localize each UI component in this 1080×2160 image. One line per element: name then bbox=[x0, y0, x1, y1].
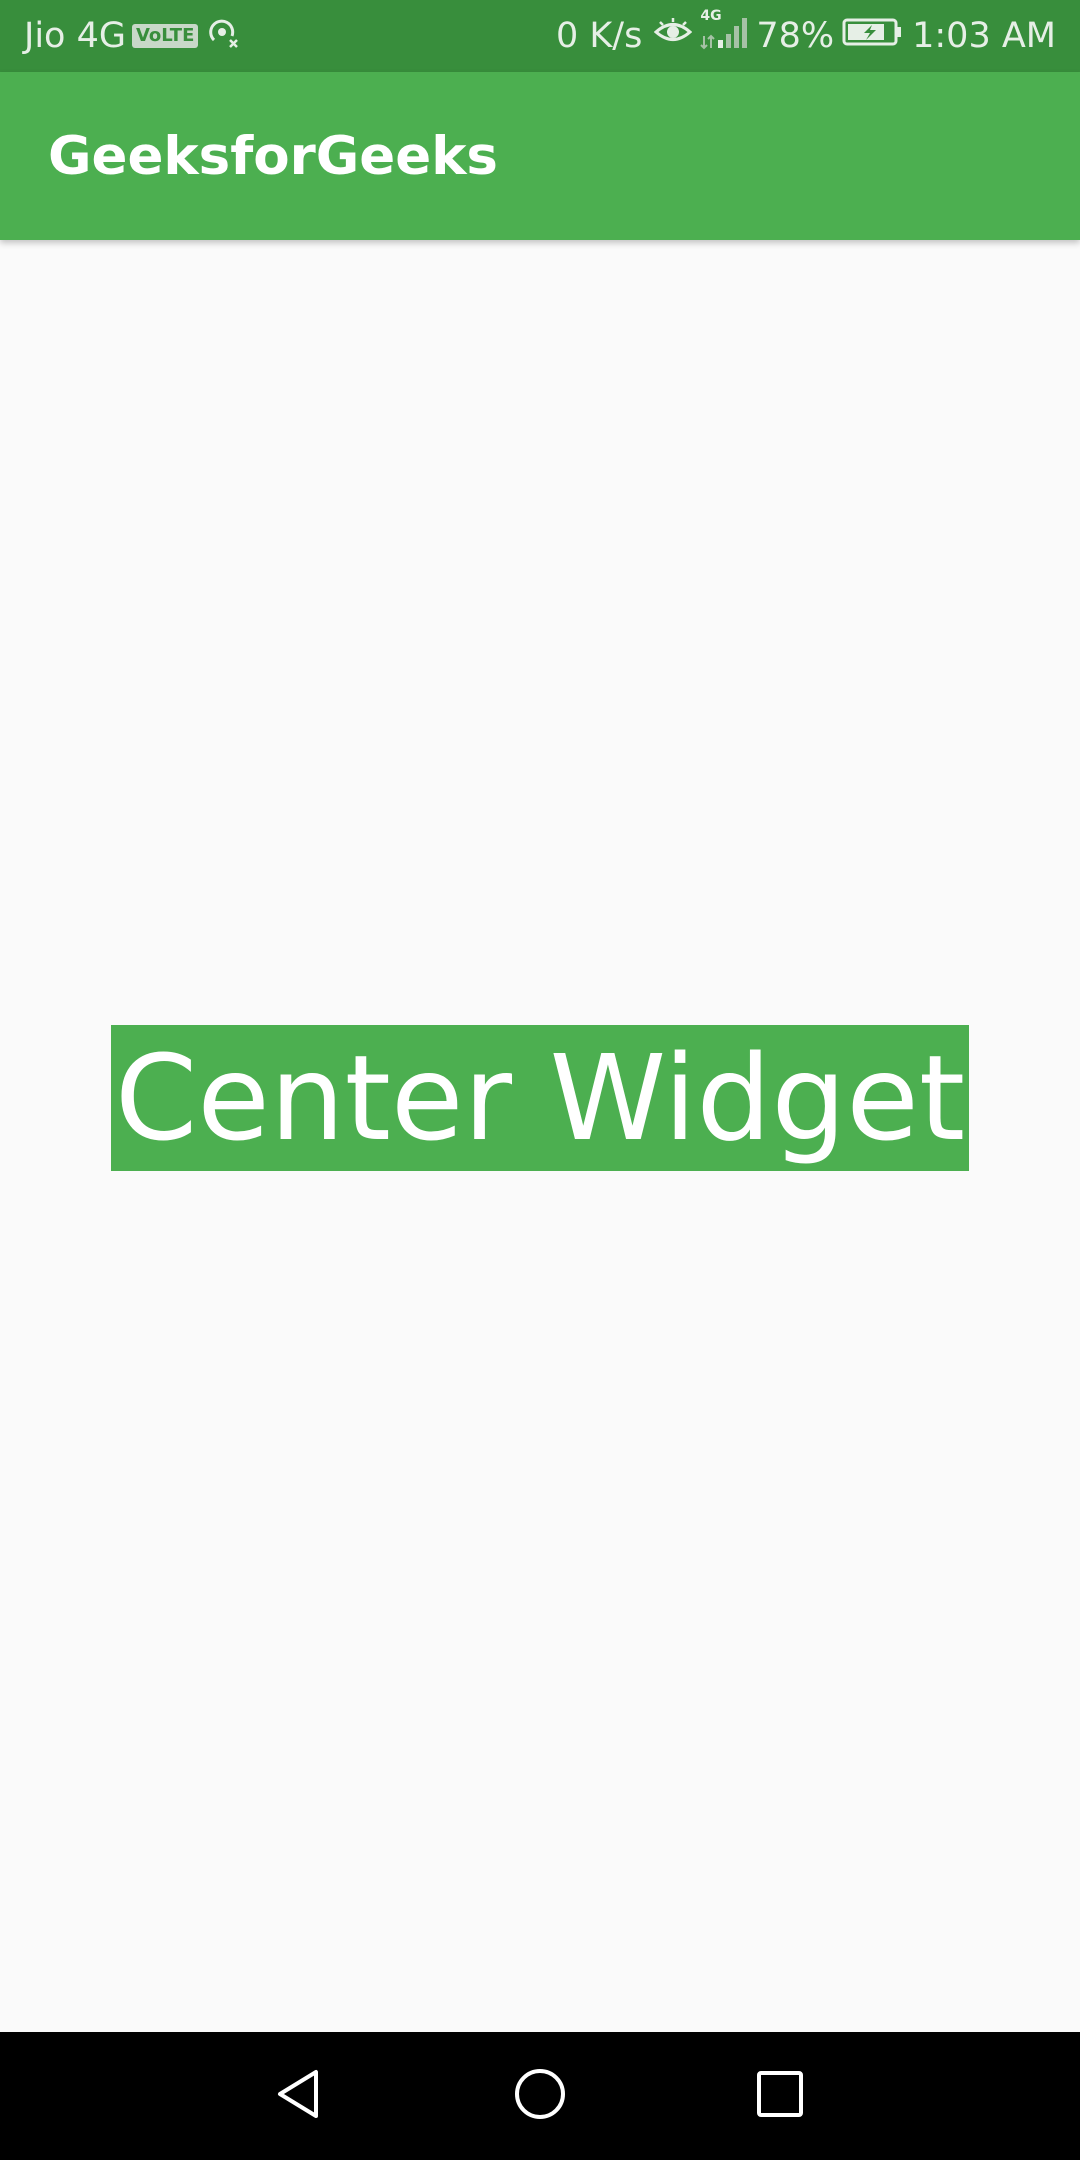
hotspot-icon bbox=[206, 14, 242, 59]
back-icon bbox=[272, 2066, 328, 2126]
network-speed: 0 K/s bbox=[555, 15, 643, 56]
signal-icon: 4G bbox=[700, 8, 752, 59]
navigation-bar bbox=[0, 2032, 1080, 2160]
main-content: Center Widget bbox=[0, 240, 1080, 2032]
back-button[interactable] bbox=[240, 2032, 360, 2160]
battery-charging-icon bbox=[842, 16, 902, 56]
center-widget-text: Center Widget bbox=[110, 1025, 970, 1171]
battery-percent: 78% bbox=[756, 15, 835, 56]
recent-apps-button[interactable] bbox=[720, 2032, 840, 2160]
home-button[interactable] bbox=[480, 2032, 600, 2160]
status-bar: Jio 4G VoLTE 0 K/s 4G 78% 1:03 AM bbox=[0, 0, 1080, 72]
eye-comfort-icon bbox=[654, 16, 693, 56]
status-bar-left: Jio 4G VoLTE bbox=[24, 0, 242, 72]
volte-badge: VoLTE bbox=[131, 24, 199, 48]
carrier-label: Jio 4G bbox=[24, 15, 126, 56]
status-bar-right: 0 K/s 4G 78% 1:03 AM bbox=[556, 0, 1056, 72]
app-title: GeeksforGeeks bbox=[48, 125, 498, 187]
home-icon bbox=[512, 2066, 568, 2126]
app-bar: GeeksforGeeks bbox=[0, 72, 1080, 240]
recent-apps-icon bbox=[752, 2066, 808, 2126]
signal-label: 4G bbox=[700, 7, 722, 24]
status-time: 1:03 AM bbox=[912, 15, 1056, 56]
